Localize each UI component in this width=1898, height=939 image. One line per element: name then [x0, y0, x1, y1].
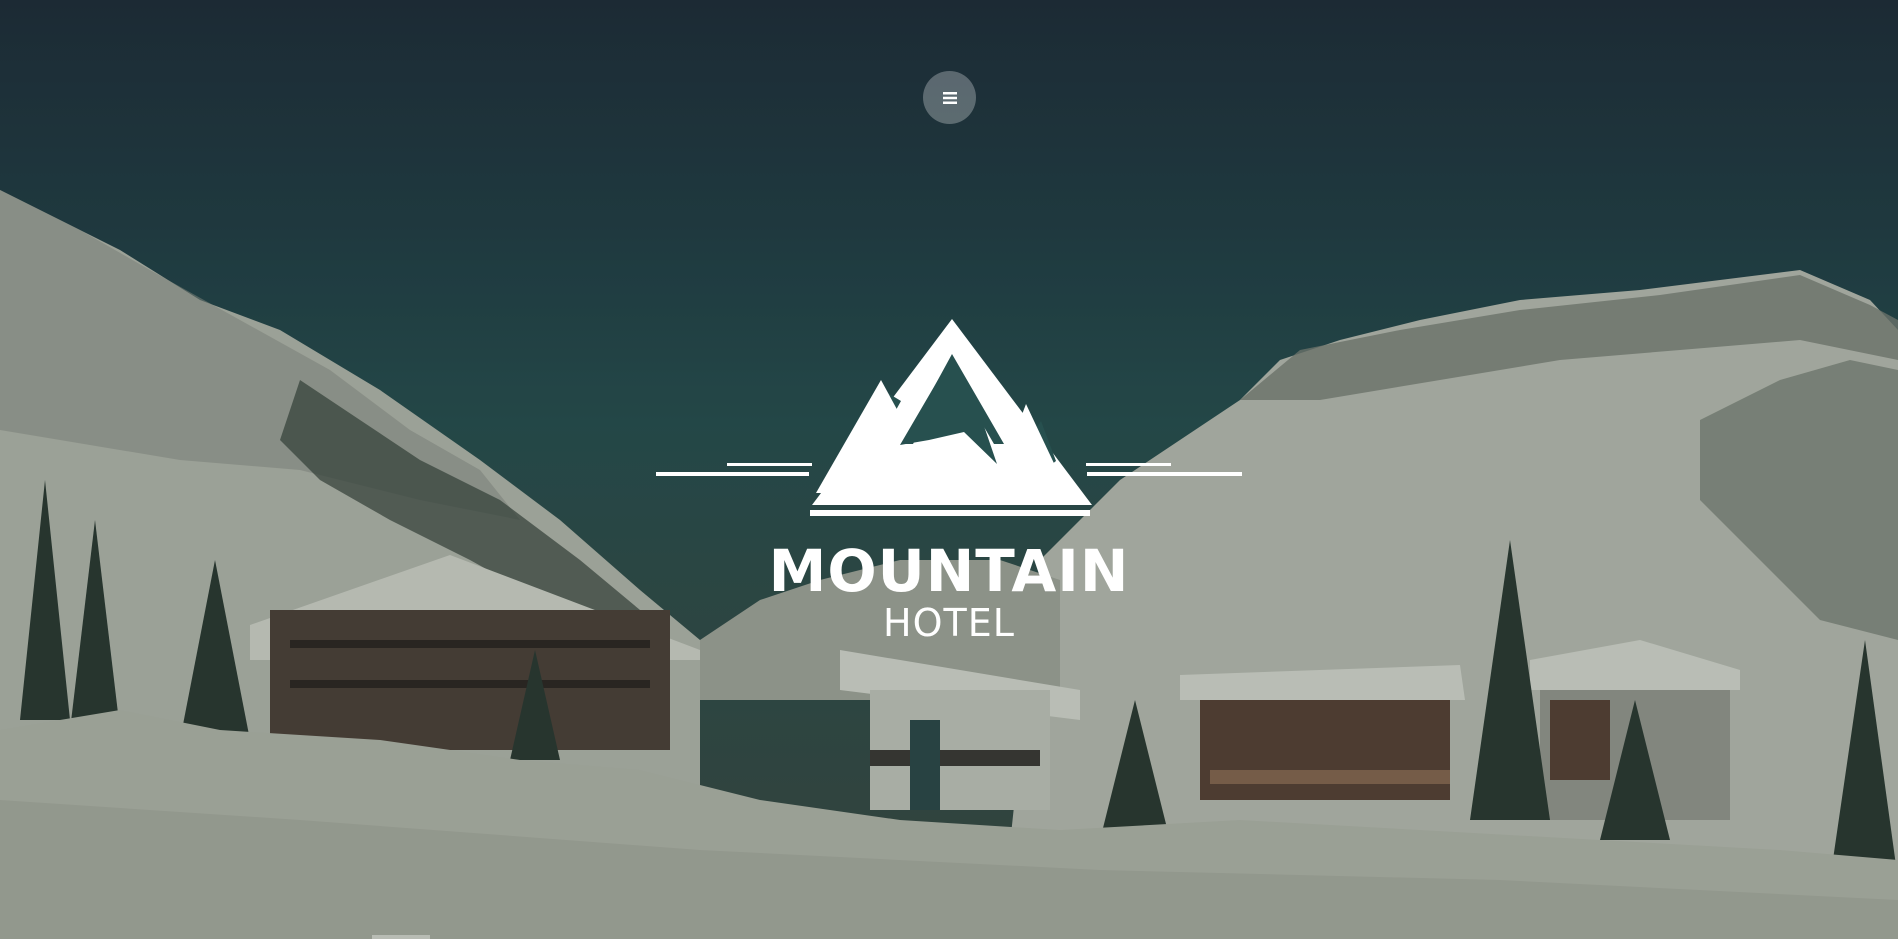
hero-section: MOUNTAIN HOTEL: [0, 0, 1898, 939]
scroll-indicator: [372, 935, 430, 939]
hotel-logo[interactable]: MOUNTAIN HOTEL: [656, 316, 1242, 646]
mountain-icon: [656, 319, 1242, 516]
chalet-right: [1180, 665, 1465, 800]
menu-button[interactable]: [923, 71, 976, 124]
hamburger-menu-icon: [942, 91, 957, 104]
brand-title: MOUNTAIN: [768, 537, 1130, 605]
brand-subtitle: HOTEL: [883, 601, 1015, 645]
